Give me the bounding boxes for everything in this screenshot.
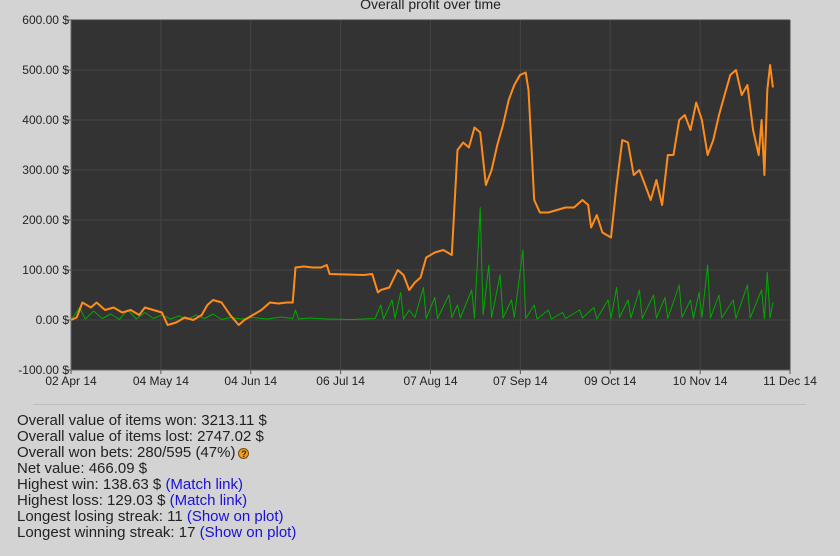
stat-items-lost-text: Overall value of items lost: 2747.02 $ bbox=[17, 428, 264, 445]
chart-title: Overall profit over time bbox=[360, 0, 501, 12]
stat-winning-streak: Longest winning streak: 17 (Show on plot… bbox=[17, 525, 296, 541]
y-tick-label: 200.00 $ bbox=[22, 213, 69, 227]
stat-items-lost: Overall value of items lost: 2747.02 $ bbox=[17, 429, 296, 445]
profit-chart: Overall profit over time -100.00 $0.00 $1… bbox=[0, 0, 840, 395]
stat-won-bets: Overall won bets: 280/595 (47%)? bbox=[17, 445, 296, 461]
losing-streak-show-on-plot-link[interactable]: (Show on plot) bbox=[187, 508, 284, 525]
stat-winning-streak-text: Longest winning streak: 17 bbox=[17, 524, 200, 541]
stat-highest-loss: Highest loss: 129.03 $ (Match link) bbox=[17, 493, 296, 509]
winning-streak-show-on-plot-link[interactable]: (Show on plot) bbox=[200, 524, 297, 541]
x-tick-label: 04 May 14 bbox=[133, 374, 189, 388]
x-tick-label: 06 Jul 14 bbox=[316, 374, 365, 388]
y-tick-label: 100.00 $ bbox=[22, 263, 69, 277]
stats-panel: Overall value of items won: 3213.11 $ Ov… bbox=[17, 413, 296, 541]
stat-items-won-text: Overall value of items won: 3213.11 $ bbox=[17, 412, 267, 429]
stat-net-value: Net value: 466.09 $ bbox=[17, 461, 296, 477]
stat-won-bets-text: Overall won bets: 280/595 (47%) bbox=[17, 444, 236, 461]
x-tick-label: 07 Aug 14 bbox=[403, 374, 457, 388]
x-tick-label: 02 Apr 14 bbox=[45, 374, 97, 388]
y-tick-label: 400.00 $ bbox=[22, 113, 69, 127]
stat-highest-win-text: Highest win: 138.63 $ bbox=[17, 476, 166, 493]
highest-win-match-link[interactable]: (Match link) bbox=[165, 476, 243, 493]
stat-losing-streak: Longest losing streak: 11 (Show on plot) bbox=[17, 509, 296, 525]
x-tick-label: 07 Sep 14 bbox=[493, 374, 548, 388]
x-tick-label: 10 Nov 14 bbox=[673, 374, 728, 388]
y-tick-label: 300.00 $ bbox=[22, 163, 69, 177]
stat-highest-loss-text: Highest loss: 129.03 $ bbox=[17, 492, 170, 509]
profit-chart-svg: Overall profit over time-100.00 $0.00 $1… bbox=[18, 0, 817, 388]
stat-highest-win: Highest win: 138.63 $ (Match link) bbox=[17, 477, 296, 493]
x-tick-label: 09 Oct 14 bbox=[584, 374, 636, 388]
highest-loss-match-link[interactable]: (Match link) bbox=[170, 492, 248, 509]
stat-net-value-text: Net value: 466.09 $ bbox=[17, 460, 148, 477]
stat-items-won: Overall value of items won: 3213.11 $ bbox=[17, 413, 296, 429]
y-tick-label: 600.00 $ bbox=[22, 13, 69, 27]
x-tick-label: 04 Jun 14 bbox=[224, 374, 277, 388]
divider bbox=[33, 404, 806, 405]
y-tick-label: 500.00 $ bbox=[22, 63, 69, 77]
y-tick-label: 0.00 $ bbox=[36, 313, 70, 327]
help-icon[interactable]: ? bbox=[238, 447, 250, 459]
stat-losing-streak-text: Longest losing streak: 11 bbox=[17, 508, 187, 525]
x-tick-label: 11 Dec 14 bbox=[763, 374, 817, 388]
